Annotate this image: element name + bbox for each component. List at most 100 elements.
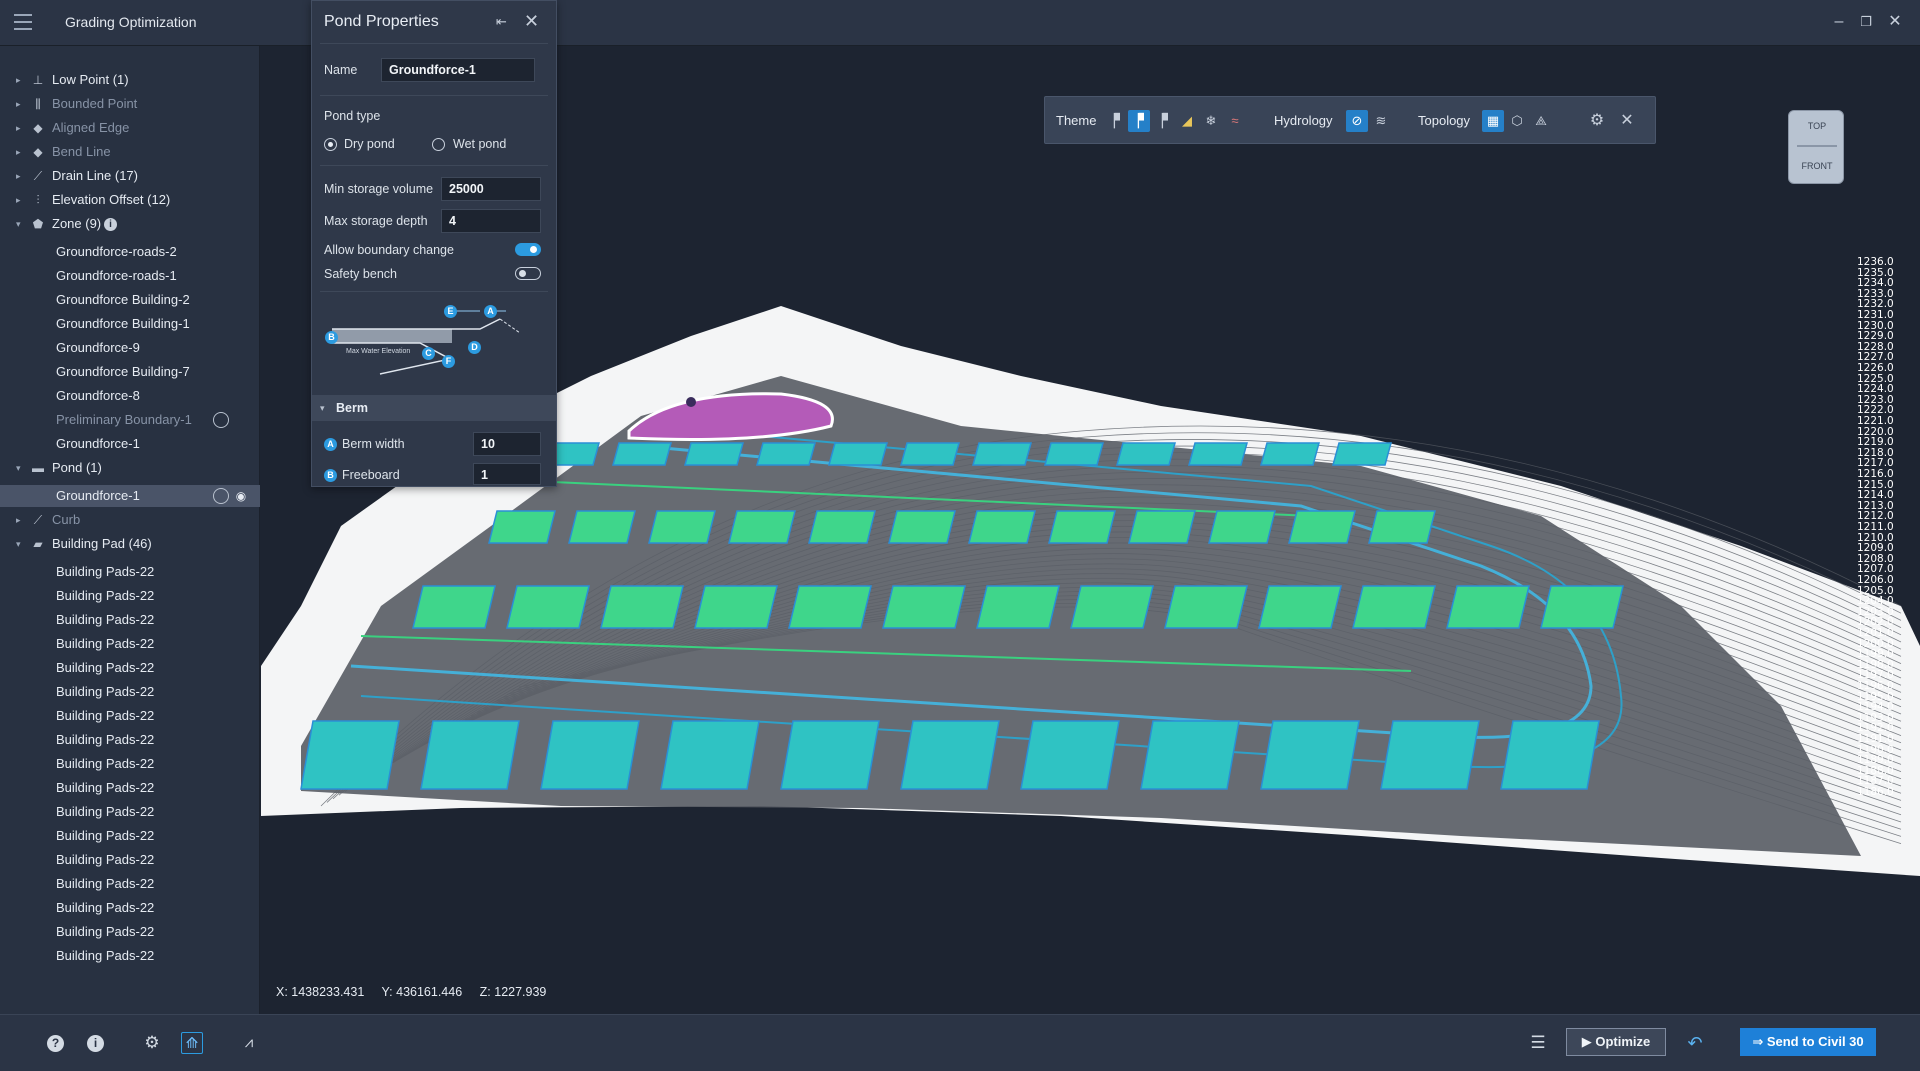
tree-child-item[interactable]: Groundforce-1	[0, 433, 260, 455]
tree-child-item[interactable]: Groundforce-9	[0, 337, 260, 359]
gear-icon[interactable]: ⚙	[1586, 110, 1608, 132]
safety-bench-toggle[interactable]	[515, 267, 541, 280]
undo-icon[interactable]: ↶	[1684, 1032, 1706, 1054]
tree-category-item[interactable]: ▸ ◆ Aligned Edge	[0, 117, 260, 139]
chevron-down-icon[interactable]: ▾	[16, 213, 21, 235]
tree-category-item[interactable]: ▾ ▰ Building Pad (46)	[0, 533, 260, 555]
tree-child-item[interactable]: Groundforce-roads-1	[0, 265, 260, 287]
theme-option-1-icon[interactable]: ▕▘	[1104, 110, 1126, 132]
tree-category-item[interactable]: ▸ ⫼ Bounded Point	[0, 93, 260, 115]
snowflake-theme-icon[interactable]: ❄	[1200, 110, 1222, 132]
tree-child-item[interactable]: Building Pads-22	[0, 657, 260, 679]
send-to-civil-button[interactable]: ⇒ Send to Civil 30	[1740, 1028, 1876, 1056]
restore-button[interactable]: ❐	[1856, 12, 1876, 32]
hide-eye-icon[interactable]: ◉	[233, 489, 249, 503]
tree-child-item[interactable]: Building Pads-22	[0, 897, 260, 919]
tree-child-item[interactable]: Building Pads-22	[0, 921, 260, 943]
theme-option-3-icon[interactable]: ▕▘	[1152, 110, 1174, 132]
tree-category-item[interactable]: ▸ ⟋ Curb	[0, 509, 260, 531]
view-cube-top-label[interactable]: TOP	[1789, 121, 1845, 131]
berm-section-header[interactable]: ▾ Berm	[312, 395, 556, 421]
view-cube[interactable]: TOP FRONT	[1788, 110, 1844, 184]
berm-width-input[interactable]: 10	[473, 432, 541, 456]
max-depth-input[interactable]: 4	[441, 209, 541, 233]
name-field[interactable]: Groundforce-1	[381, 58, 535, 82]
hydrology-off-icon[interactable]: ⊘	[1346, 110, 1368, 132]
tree-child-item[interactable]: Groundforce-8	[0, 385, 260, 407]
view-cube-front-label[interactable]: FRONT	[1789, 161, 1845, 171]
chevron-right-icon[interactable]: ▸	[16, 93, 21, 115]
dry-pond-label[interactable]: Dry pond	[344, 137, 395, 151]
tree-item-label: Groundforce-roads-1	[56, 268, 177, 283]
pin-panel-icon[interactable]: ⇤	[496, 14, 512, 30]
power-toggle-icon[interactable]	[213, 412, 229, 428]
tree-child-item[interactable]: Building Pads-22	[0, 705, 260, 727]
tree-item-label: Building Pads-22	[56, 828, 155, 843]
close-window-button[interactable]: ✕	[1885, 12, 1905, 32]
dry-pond-radio[interactable]	[324, 138, 337, 151]
wet-pond-radio[interactable]	[432, 138, 445, 151]
chevron-right-icon[interactable]: ▸	[16, 69, 21, 91]
tree-category-item[interactable]: ▸ ⫶ Elevation Offset (12)	[0, 189, 260, 211]
model-view-icon[interactable]: ⟰	[181, 1032, 203, 1054]
minimize-button[interactable]: –	[1829, 12, 1849, 32]
tree-child-item[interactable]: Building Pads-22	[0, 849, 260, 871]
tree-child-item[interactable]: Building Pads-22	[0, 633, 260, 655]
info-icon[interactable]: i	[104, 218, 117, 231]
info-icon[interactable]: i	[87, 1035, 104, 1052]
tree-child-item[interactable]: Groundforce Building-2	[0, 289, 260, 311]
divider	[320, 95, 548, 96]
close-panel-icon[interactable]: ✕	[524, 12, 542, 30]
flow-lines-icon[interactable]: ≋	[1370, 110, 1392, 132]
hamburger-menu-icon[interactable]	[14, 14, 32, 30]
tree-child-item[interactable]: Building Pads-22	[0, 873, 260, 895]
chevron-down-icon[interactable]: ▾	[16, 533, 21, 555]
building-pad	[1260, 442, 1320, 466]
allow-boundary-toggle[interactable]	[515, 243, 541, 256]
close-toolbar-icon[interactable]: ✕	[1616, 110, 1638, 132]
tree-child-item[interactable]: Building Pads-22	[0, 609, 260, 631]
chevron-right-icon[interactable]: ▸	[16, 141, 21, 163]
optimize-button[interactable]: ▶ Optimize	[1566, 1028, 1666, 1056]
tree-category-item[interactable]: ▸ ⊥ Low Point (1)	[0, 69, 260, 91]
tree-category-item[interactable]: ▾ ⬟ Zone (9) i	[0, 213, 260, 235]
settings-gear-icon[interactable]: ⚙	[141, 1032, 163, 1054]
chart-icon[interactable]: ⩘	[238, 1032, 260, 1054]
chevron-down-icon[interactable]: ▾	[16, 457, 21, 479]
tree-child-item[interactable]: Groundforce Building-7	[0, 361, 260, 383]
chevron-right-icon[interactable]: ▸	[16, 165, 21, 187]
tree-child-item[interactable]: Building Pads-22	[0, 729, 260, 751]
cut-fill-theme-icon[interactable]: ≈	[1224, 110, 1246, 132]
tree-child-item[interactable]: Building Pads-22	[0, 753, 260, 775]
tree-child-item[interactable]: Building Pads-22	[0, 801, 260, 823]
power-toggle-icon[interactable]	[213, 488, 229, 504]
min-storage-input[interactable]: 25000	[441, 177, 541, 201]
building-pad	[968, 510, 1036, 544]
theme-option-2-icon[interactable]: ▕▘	[1128, 110, 1150, 132]
chevron-right-icon[interactable]: ▸	[16, 117, 21, 139]
tree-category-item[interactable]: ▸ ⟋ Drain Line (17)	[0, 165, 260, 187]
bounded-point-icon: ⫼	[35, 97, 41, 111]
topology-mesh-icon[interactable]: ▦	[1482, 110, 1504, 132]
slope-theme-icon[interactable]: ◢	[1176, 110, 1198, 132]
tree-child-item[interactable]: Building Pads-22	[0, 825, 260, 847]
freeboard-input[interactable]: 1	[473, 463, 541, 485]
filter-settings-icon[interactable]: ☰	[1527, 1032, 1549, 1054]
tree-child-item[interactable]: Building Pads-22	[0, 681, 260, 703]
topology-network-icon[interactable]: ⬡	[1506, 110, 1528, 132]
tree-child-item[interactable]: Building Pads-22	[0, 945, 260, 967]
chevron-right-icon[interactable]: ▸	[16, 189, 21, 211]
tree-child-item[interactable]: Building Pads-22	[0, 561, 260, 583]
tree-category-item[interactable]: ▾ ▬ Pond (1)	[0, 457, 260, 479]
wet-pond-label[interactable]: Wet pond	[453, 137, 506, 151]
tree-child-item[interactable]: Building Pads-22	[0, 777, 260, 799]
tree-child-item[interactable]: Building Pads-22	[0, 585, 260, 607]
tree-child-item[interactable]: Groundforce Building-1	[0, 313, 260, 335]
help-icon[interactable]: ?	[47, 1035, 64, 1052]
tree-category-item[interactable]: ▸ ◆ Bend Line	[0, 141, 260, 163]
topology-nodes-icon[interactable]: ⟁	[1530, 110, 1552, 132]
tree-child-item[interactable]: Preliminary Boundary-1	[0, 409, 260, 431]
tree-child-item[interactable]: Groundforce-roads-2	[0, 241, 260, 263]
chevron-right-icon[interactable]: ▸	[16, 509, 21, 531]
tree-child-item[interactable]: Groundforce-1 ◉	[0, 485, 260, 507]
